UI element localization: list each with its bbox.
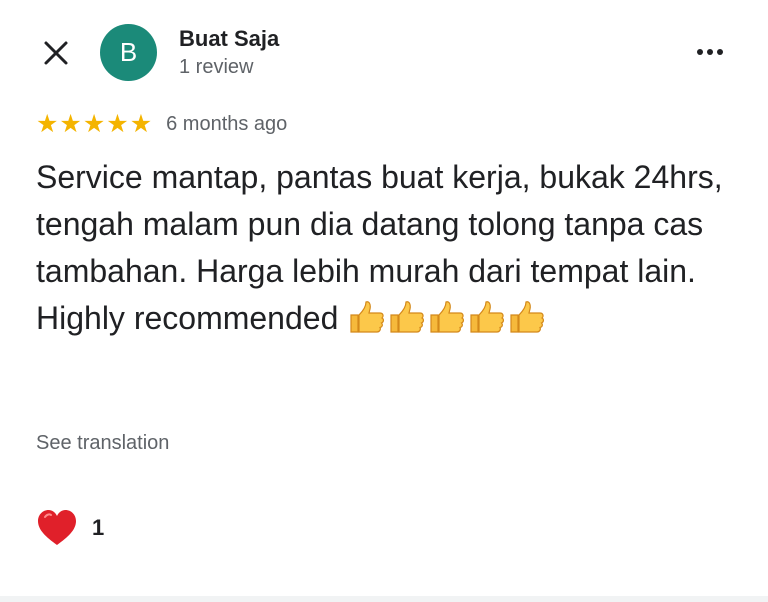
thumbs-up-icon	[470, 301, 505, 333]
star-icon: ★	[129, 109, 153, 138]
avatar[interactable]: B	[100, 24, 157, 81]
avatar-letter: B	[119, 37, 138, 67]
more-horizontal-icon	[697, 49, 703, 55]
thumbs-up-icon	[390, 301, 425, 333]
thumbs-up-icon	[350, 301, 385, 333]
review-body: Service mantap, pantas buat kerja, bukak…	[36, 154, 736, 343]
review-card: B Buat Saja 1 review ★ ★ ★ ★ ★ 6 months …	[0, 0, 768, 602]
bottom-divider	[0, 596, 768, 602]
star-icon: ★	[59, 109, 82, 138]
rating-row: ★ ★ ★ ★ ★ 6 months ago	[36, 110, 287, 138]
more-options-button[interactable]	[688, 34, 732, 70]
thumbs-row	[347, 296, 547, 343]
star-icon: ★	[36, 109, 59, 138]
thumbs-up-icon	[430, 301, 465, 333]
reaction-button[interactable]: 1	[36, 508, 104, 548]
star-rating: ★ ★ ★ ★ ★	[36, 110, 152, 138]
close-icon	[44, 41, 68, 65]
more-horizontal-icon-dot	[707, 49, 713, 55]
star-icon: ★	[82, 109, 106, 138]
review-date: 6 months ago	[166, 112, 288, 135]
author-review-count: 1 review	[179, 56, 254, 78]
more-horizontal-icon-dot	[717, 49, 723, 55]
star-icon: ★	[106, 109, 129, 138]
see-translation-link[interactable]: See translation	[36, 432, 169, 455]
close-button[interactable]	[36, 33, 76, 73]
heart-icon	[38, 510, 76, 545]
reaction-count: 1	[92, 515, 105, 540]
thumbs-up-icon	[510, 301, 545, 333]
author-name[interactable]: Buat Saja	[179, 26, 279, 52]
